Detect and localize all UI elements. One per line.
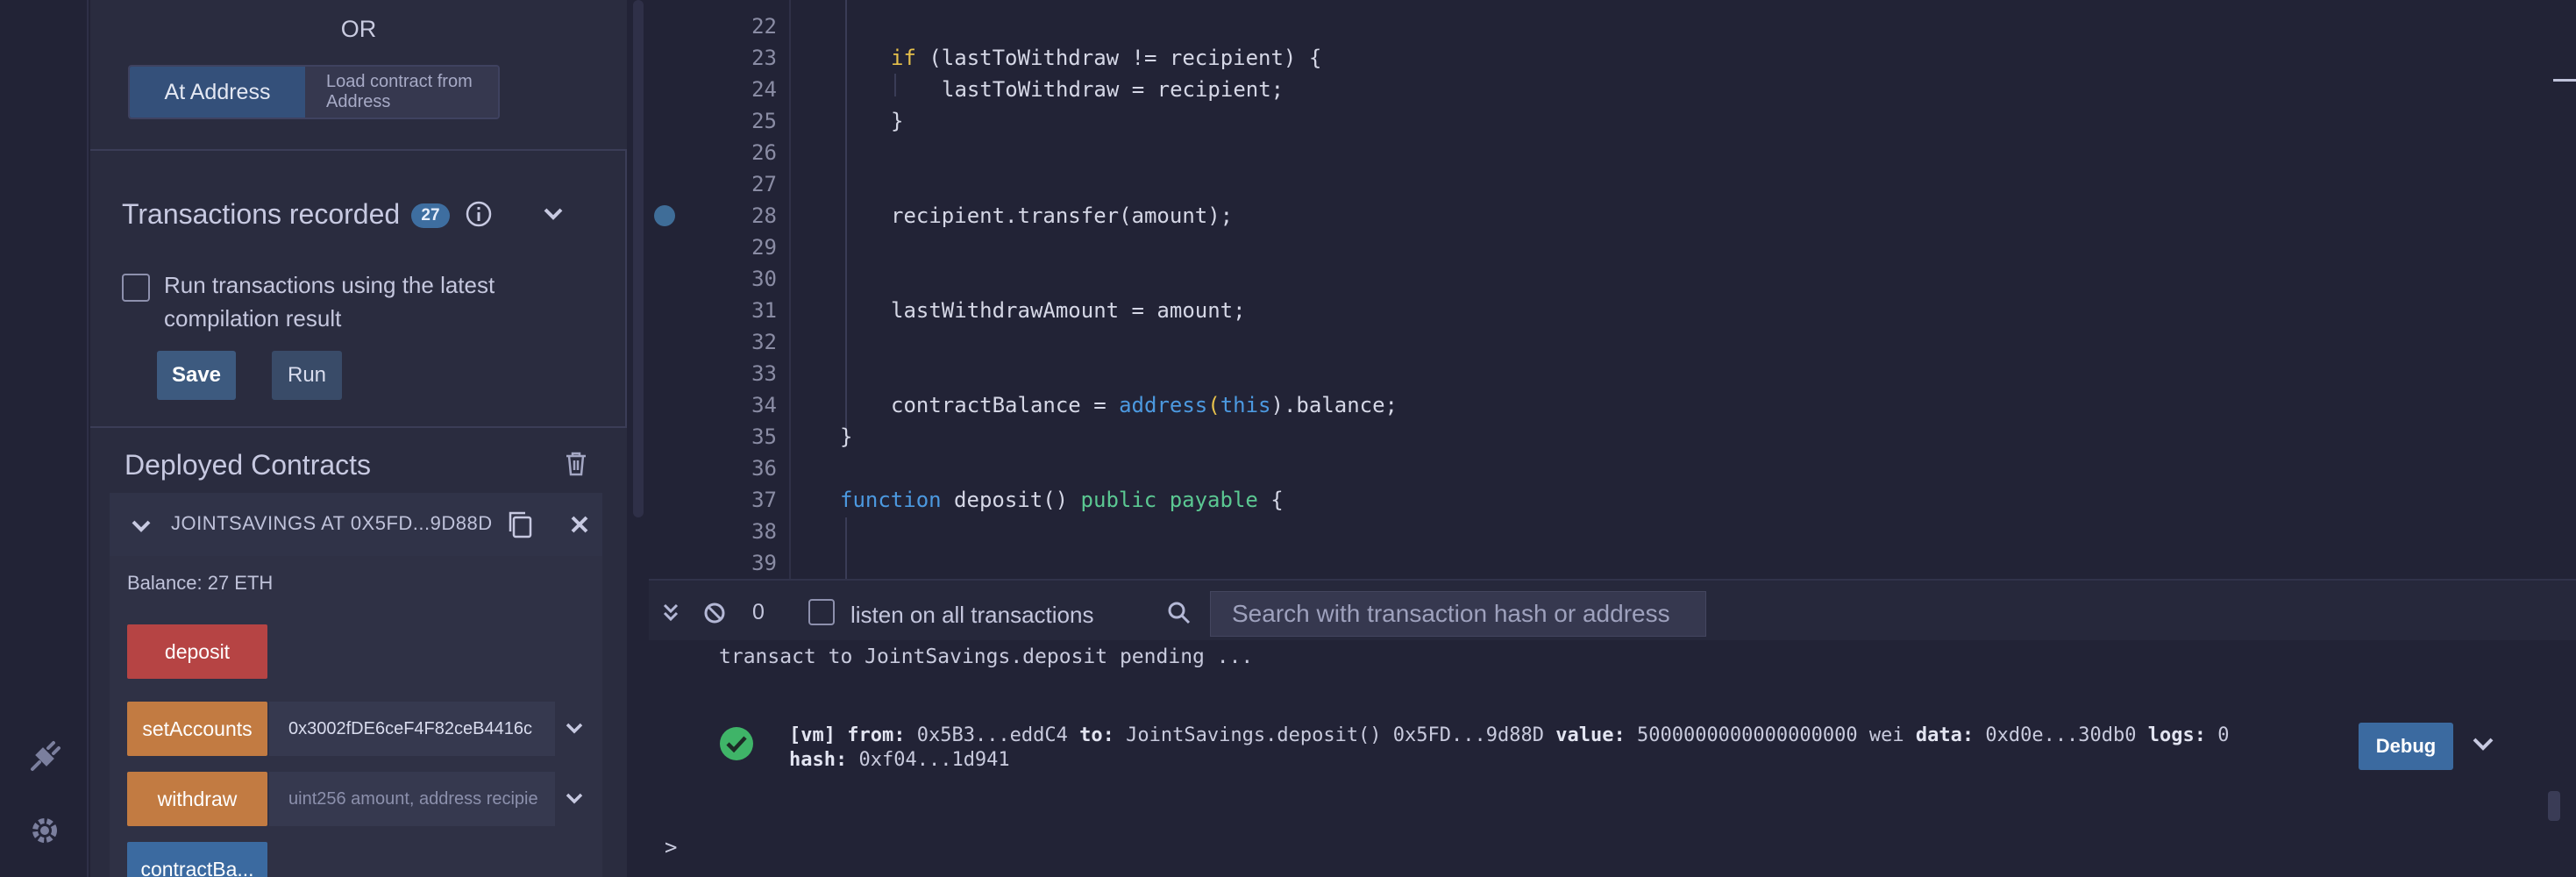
copy-icon[interactable] [506,510,534,539]
gear-icon[interactable] [25,810,65,851]
save-button[interactable]: Save [157,351,236,400]
contract-instance: JOINTSAVINGS AT 0X5FD...9D88D Balance: 2… [110,493,602,877]
close-icon[interactable] [567,512,592,537]
code-line-31: lastWithdrawAmount = amount; [891,298,1246,323]
or-separator: OR [340,16,377,42]
withdraw-input[interactable]: uint256 amount, address recipie [269,772,555,826]
panel-scrollbar-thumb[interactable] [633,0,644,517]
icon-rail [0,0,89,877]
line-number: 30 [751,267,777,291]
line-number: 22 [751,14,777,39]
line-number: 34 [751,393,777,417]
indent-guide [845,517,847,579]
use-latest-compilation-checkbox[interactable] [122,274,150,302]
listen-all-transactions-checkbox[interactable] [808,599,835,625]
at-address-group: At Address Load contract from Address [128,65,500,119]
load-contract-address-input[interactable]: Load contract from Address [305,67,498,118]
line-number: 32 [751,330,777,354]
withdraw-button[interactable]: withdraw [127,772,267,826]
line-number: 27 [751,172,777,196]
code-line-25: } [891,109,904,133]
set-accounts-button[interactable]: setAccounts [127,702,267,756]
double-chevron-down-icon[interactable] [658,600,684,626]
set-accounts-input[interactable]: 0x3002fDE6ceF4F82ceB4416c [269,702,555,756]
search-icon [1168,602,1191,624]
ban-icon[interactable] [701,600,728,626]
line-gutter: 22 23 24 25 26 27 28 29 30 31 32 33 34 35 36 37 38 39 [649,0,789,579]
line-number: 39 [751,551,777,575]
info-icon[interactable] [465,200,493,228]
line-number: 29 [751,235,777,260]
line-number: 38 [751,519,777,544]
listen-all-transactions-label: listen on all transactions [850,602,1094,628]
gutter-divider [789,0,791,579]
line-number: 28 [751,203,777,228]
check-circle-icon [720,727,753,760]
chevron-down-icon[interactable] [564,721,585,737]
line-number: 23 [751,46,777,70]
code-line-28: recipient.transfer(amount); [891,203,1234,228]
trash-icon[interactable] [564,451,588,477]
deploy-run-panel: OR At Address Load contract from Address… [90,0,627,877]
chevron-down-icon[interactable] [542,205,565,223]
line-number: 31 [751,298,777,323]
pending-transaction-log: transact to JointSavings.deposit pending… [719,645,1254,668]
instance-balance: Balance: 27 ETH [127,572,274,594]
line-number: 35 [751,424,777,449]
chevron-down-icon[interactable] [130,517,153,535]
line-number: 36 [751,456,777,481]
pending-transactions-count: 0 [752,600,765,624]
transactions-recorder: Transactions recorded 27 Run transaction… [90,149,627,428]
deployed-contracts-title: Deployed Contracts [125,449,372,481]
indent-guide [845,0,847,438]
minimap-cursor-marker [2553,79,2576,82]
code-line-23: if (lastToWithdraw != recipient) { [891,46,1322,70]
transaction-search-input[interactable]: Search with transaction hash or address [1210,591,1706,637]
instance-name: JOINTSAVINGS AT 0X5FD...9D88D [171,512,493,534]
code-line-37: function deposit() public payable { [840,488,1284,512]
recorder-title: Transactions recorded [122,198,401,230]
line-number: 24 [751,77,777,102]
chevron-down-icon[interactable] [2471,735,2495,754]
transaction-summary[interactable]: [vm] from: 0x5B3...eddC4 to: JointSaving… [789,724,2230,746]
deposit-button[interactable]: deposit [127,624,267,679]
breakpoint-marker[interactable] [654,205,675,226]
code-line-24: lastToWithdraw = recipient; [942,77,1284,102]
plugin-icon[interactable] [25,737,65,777]
terminal-scrollbar[interactable] [2548,791,2560,821]
contract-balance-button[interactable]: contractBa... [127,842,267,877]
instance-header[interactable]: JOINTSAVINGS AT 0X5FD...9D88D [110,493,602,556]
indent-guide [894,74,896,96]
debug-button[interactable]: Debug [2359,723,2453,770]
line-number: 37 [751,488,777,512]
code-line-34: contractBalance = address(this).balance; [891,393,1398,417]
run-button[interactable]: Run [272,351,342,400]
line-number: 25 [751,109,777,133]
code-line-35: } [840,424,853,449]
at-address-button[interactable]: At Address [130,67,305,118]
recorder-count-badge: 27 [411,203,450,228]
line-number: 33 [751,361,777,386]
use-latest-compilation-label: Run transactions using the latest compil… [164,272,495,332]
terminal-prompt[interactable]: > [665,835,677,859]
panel-scrollbar[interactable] [630,0,647,877]
line-number: 26 [751,140,777,165]
chevron-down-icon[interactable] [564,791,585,807]
code-editor[interactable]: 22 23 24 25 26 27 28 29 30 31 32 33 34 35 36 37 38 39 if … [649,0,2343,579]
transaction-hash: hash: 0xf04...1d941 [789,749,1010,771]
